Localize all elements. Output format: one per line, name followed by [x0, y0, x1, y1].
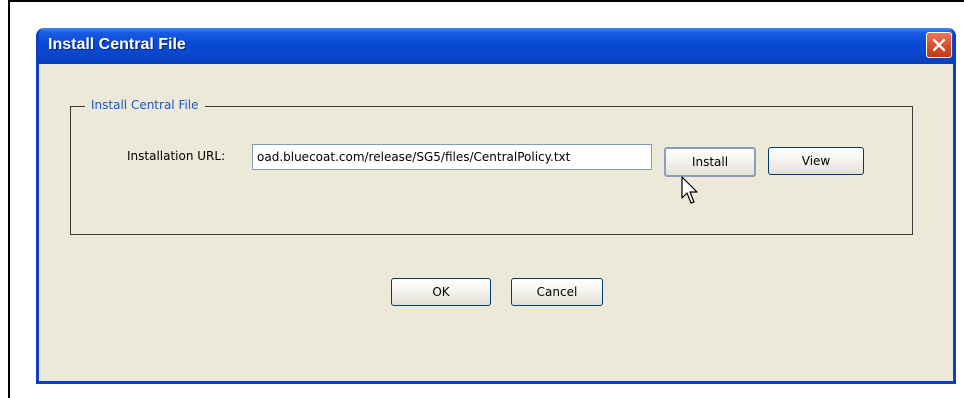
- installation-url-label: Installation URL:: [127, 149, 226, 163]
- screenshot-border-left: [8, 0, 10, 398]
- close-icon: [932, 38, 946, 52]
- cancel-button[interactable]: Cancel: [511, 278, 603, 306]
- install-button[interactable]: Install: [664, 147, 756, 177]
- close-button[interactable]: [926, 32, 952, 58]
- installation-url-input[interactable]: [252, 144, 652, 170]
- dialog-title: Install Central File: [48, 36, 186, 53]
- install-central-file-dialog: Install Central File Install Central Fil…: [36, 28, 956, 384]
- ok-button[interactable]: OK: [391, 278, 491, 306]
- group-legend: Install Central File: [85, 98, 205, 112]
- install-central-file-group: Install Central File Installation URL: I…: [70, 98, 913, 235]
- title-bar[interactable]: Install Central File: [39, 28, 953, 64]
- view-button[interactable]: View: [768, 147, 864, 175]
- screenshot-border-top: [8, 0, 964, 2]
